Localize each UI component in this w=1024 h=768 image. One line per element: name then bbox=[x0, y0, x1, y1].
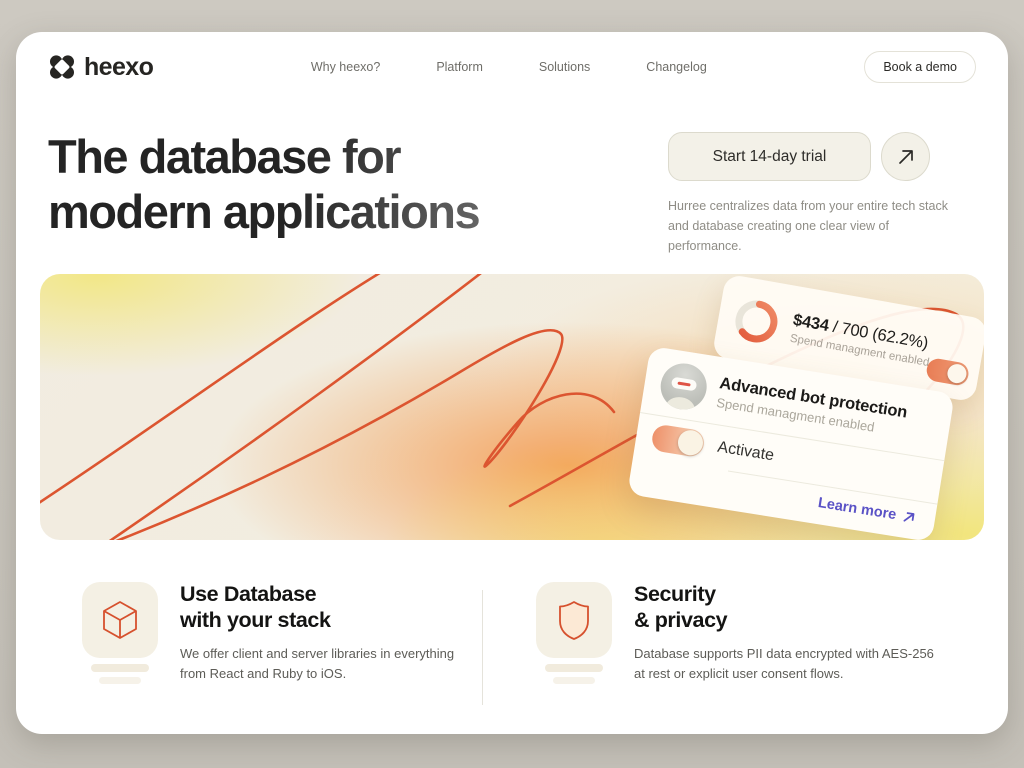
nav-item-platform[interactable]: Platform bbox=[436, 60, 483, 74]
cube-icon bbox=[100, 599, 140, 641]
feature-title-line1: Use Database bbox=[180, 582, 480, 608]
activate-label: Activate bbox=[716, 438, 775, 465]
feature-icon-stack bbox=[536, 582, 612, 705]
tile-stack-layer-1 bbox=[545, 664, 603, 672]
tile-stack-layer-2 bbox=[553, 677, 595, 684]
robot-body-icon bbox=[663, 395, 696, 413]
learn-more-link[interactable]: Learn more bbox=[817, 495, 898, 523]
shield-icon bbox=[555, 599, 593, 641]
feature-description: We offer client and server libraries in … bbox=[180, 644, 480, 684]
hero-title-line2: modern applications bbox=[48, 185, 668, 240]
logo-icon bbox=[48, 53, 76, 81]
main-nav: Why heexo? Platform Solutions Changelog bbox=[153, 60, 864, 74]
cta-row: Start 14-day trial bbox=[668, 132, 960, 181]
feature-icon-tile bbox=[536, 582, 612, 658]
navbar: heexo Why heexo? Platform Solutions Chan… bbox=[16, 36, 1008, 98]
nav-item-why-heexo[interactable]: Why heexo? bbox=[311, 60, 380, 74]
trial-arrow-button[interactable] bbox=[881, 132, 930, 181]
robot-visor-icon bbox=[671, 377, 697, 392]
feature-icon-stack bbox=[82, 582, 158, 705]
feature-title: Security & privacy bbox=[634, 582, 934, 634]
feature-description: Database supports PII data encrypted wit… bbox=[634, 644, 934, 684]
site-window: heexo Why heexo? Platform Solutions Chan… bbox=[16, 32, 1008, 734]
nav-item-changelog[interactable]: Changelog bbox=[646, 60, 706, 74]
spend-toggle-knob bbox=[946, 363, 968, 385]
start-trial-button[interactable]: Start 14-day trial bbox=[668, 132, 871, 181]
hero-title-line1: The database for bbox=[48, 130, 668, 185]
hero-section: The database for modern applications Sta… bbox=[16, 98, 1008, 256]
feature-database-stack: Use Database with your stack We offer cl… bbox=[82, 562, 482, 705]
hero-description: Hurree centralizes data from your entire… bbox=[668, 196, 960, 256]
nav-item-solutions[interactable]: Solutions bbox=[539, 60, 590, 74]
book-demo-button[interactable]: Book a demo bbox=[864, 51, 976, 83]
hero-title: The database for modern applications bbox=[48, 130, 668, 239]
feature-title-line2: with your stack bbox=[180, 608, 480, 634]
tile-stack-layer-1 bbox=[91, 664, 149, 672]
activate-toggle-knob bbox=[676, 428, 705, 457]
logo[interactable]: heexo bbox=[48, 53, 153, 82]
spend-amount-value: $434 bbox=[792, 311, 830, 335]
hero-cta-block: Start 14-day trial Hurree centralizes da… bbox=[668, 132, 960, 256]
feature-title: Use Database with your stack bbox=[180, 582, 480, 634]
learn-more-arrow-icon bbox=[902, 510, 916, 524]
spend-text-block: $434 / 700 (62.2%) Spend managment enabl… bbox=[789, 311, 934, 369]
activate-toggle[interactable] bbox=[650, 423, 706, 458]
feature-title-line1: Security bbox=[634, 582, 934, 608]
bot-avatar bbox=[657, 360, 710, 413]
feature-text-block: Use Database with your stack We offer cl… bbox=[180, 582, 480, 705]
feature-icon-tile bbox=[82, 582, 158, 658]
hero-illustration: $434 / 700 (62.2%) Spend managment enabl… bbox=[40, 274, 984, 540]
tile-stack-layer-2 bbox=[99, 677, 141, 684]
feature-text-block: Security & privacy Database supports PII… bbox=[634, 582, 934, 705]
spend-progress-ring bbox=[729, 294, 785, 350]
features-section: Use Database with your stack We offer cl… bbox=[16, 562, 1008, 705]
spend-toggle[interactable] bbox=[925, 357, 970, 387]
arrow-up-right-icon bbox=[896, 147, 916, 167]
features-divider bbox=[482, 590, 483, 705]
logo-text: heexo bbox=[84, 53, 153, 82]
desktop-background: heexo Why heexo? Platform Solutions Chan… bbox=[0, 0, 1024, 768]
feature-title-line2: & privacy bbox=[634, 608, 934, 634]
feature-security-privacy: Security & privacy Database supports PII… bbox=[536, 562, 934, 705]
